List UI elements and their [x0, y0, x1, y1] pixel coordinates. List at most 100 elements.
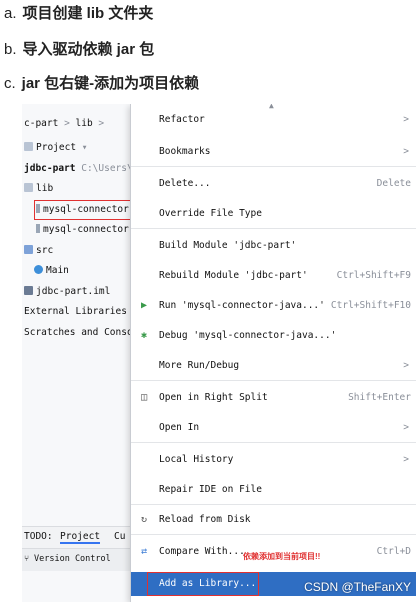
reload-label: Reload from Disk	[159, 514, 251, 525]
menu-item-local-history[interactable]: Local History >	[131, 450, 416, 470]
chevron-right-icon: >	[98, 118, 105, 129]
menu-divider	[131, 504, 416, 505]
build-label: Build Module 'jdbc-part'	[159, 240, 297, 251]
menu-item-rebuild-module[interactable]: Rebuild Module 'jdbc-part' Ctrl+Shift+F9	[131, 266, 416, 286]
tree-scratches-label: Scratches and Consol	[24, 327, 139, 338]
tree-ext-label: External Libraries	[24, 306, 127, 317]
todo-tab[interactable]: TODO:	[24, 531, 53, 542]
project-tab[interactable]: Project	[60, 531, 101, 544]
tree-item-jar2[interactable]: mysql-connector	[36, 222, 129, 238]
project-icon	[24, 142, 33, 151]
menu-divider	[131, 442, 416, 443]
menu-item-refactor[interactable]: Refactor >	[131, 110, 416, 130]
ide-screenshot: c-part > lib > Project ▾ jdbc-part C:\Us…	[22, 104, 416, 602]
watermark: CSDN @TheFanXY	[304, 580, 411, 594]
submenu-arrow-icon: >	[403, 422, 409, 433]
bottom-tool-tabs: TODO: Project Cu	[22, 526, 130, 549]
tree-src-label: src	[36, 245, 54, 256]
run-icon: ▶	[141, 300, 148, 311]
annotation-add-note: 依赖添加到当前项目!!	[243, 552, 321, 561]
step-b-text: 导入驱动依赖 jar 包	[22, 41, 155, 58]
split-label: Open in Right Split	[159, 392, 268, 403]
tree-item-root[interactable]: jdbc-part C:\Users\	[24, 161, 133, 177]
debug-icon: ✱	[141, 330, 148, 341]
tree-item-scratches[interactable]: Scratches and Consol	[24, 325, 138, 341]
local-history-label: Local History	[159, 454, 234, 465]
chevron-right-icon: >	[64, 118, 76, 129]
tree-jar2-label: mysql-connector	[43, 224, 129, 235]
menu-item-repair-ide[interactable]: Repair IDE on File	[131, 480, 416, 500]
compare-shortcut: Ctrl+D	[376, 546, 411, 557]
breadcrumb-project[interactable]: c-part	[24, 118, 58, 129]
breadcrumb-folder[interactable]: lib	[76, 118, 93, 129]
class-icon	[34, 265, 43, 274]
tree-item-main[interactable]: Main	[34, 263, 69, 279]
menu-item-delete[interactable]: Delete... Delete	[131, 174, 416, 194]
jar-icon	[36, 224, 40, 233]
tree-item-external-libraries[interactable]: External Libraries	[24, 304, 127, 320]
project-view-selector[interactable]: Project ▾	[24, 140, 88, 156]
tree-main-label: Main	[46, 265, 69, 276]
cu-tab[interactable]: Cu	[114, 531, 125, 542]
tree-item-iml[interactable]: jdbc-part.iml	[24, 284, 110, 300]
menu-item-build-module[interactable]: Build Module 'jdbc-part'	[131, 236, 416, 256]
highlight-box-add-library	[147, 572, 259, 596]
version-control-tab[interactable]: Version Control	[34, 554, 111, 564]
step-a-text: 项目创建 lib 文件夹	[22, 5, 154, 22]
step-b-letter: b.	[4, 41, 17, 58]
version-control-bar: ⑂ Version Control	[22, 548, 130, 571]
step-c: c. jar 包右键-添加为项目依赖	[4, 72, 199, 93]
module-file-icon	[24, 286, 33, 295]
tree-item-lib[interactable]: lib	[24, 181, 53, 197]
more-label: More Run/Debug	[159, 360, 240, 371]
delete-label: Delete...	[159, 178, 211, 189]
refactor-label: Refactor	[159, 114, 205, 125]
step-c-text: jar 包右键-添加为项目依赖	[21, 75, 200, 92]
tree-root-label: jdbc-part	[24, 163, 76, 174]
chevron-down-icon: ▾	[81, 142, 88, 153]
menu-item-more-run-debug[interactable]: More Run/Debug >	[131, 356, 416, 376]
step-a-letter: a.	[4, 5, 17, 22]
compare-icon: ⇄	[141, 546, 148, 557]
menu-divider	[131, 228, 416, 229]
menu-item-debug[interactable]: ✱ Debug 'mysql-connector-java...'	[131, 326, 416, 346]
breadcrumb: c-part > lib >	[24, 116, 104, 132]
run-shortcut: Ctrl+Shift+F10	[330, 300, 411, 311]
step-a: a. 项目创建 lib 文件夹	[4, 2, 153, 23]
reload-icon: ↻	[141, 514, 148, 525]
context-menu: ▲ Refactor > Bookmarks > Delete... Delete O…	[130, 104, 416, 602]
step-b: b. 导入驱动依赖 jar 包	[4, 38, 154, 59]
menu-item-override-file-type[interactable]: Override File Type	[131, 204, 416, 224]
split-view-icon: ◫	[141, 392, 148, 403]
project-tree-panel: c-part > lib > Project ▾ jdbc-part C:\Us…	[22, 104, 138, 602]
override-label: Override File Type	[159, 208, 262, 219]
tree-root-path: C:\Users\	[81, 163, 133, 174]
submenu-arrow-icon: >	[403, 114, 409, 125]
open-in-label: Open In	[159, 422, 200, 433]
delete-shortcut: Delete	[376, 178, 411, 189]
branch-icon: ⑂	[24, 554, 30, 564]
menu-item-open-in[interactable]: Open In >	[131, 418, 416, 438]
submenu-arrow-icon: >	[403, 146, 409, 157]
source-folder-icon	[24, 245, 33, 254]
compare-label: Compare With...	[159, 546, 245, 557]
repair-label: Repair IDE on File	[159, 484, 262, 495]
menu-item-run[interactable]: ▶ Run 'mysql-connector-java...' Ctrl+Shif…	[131, 296, 416, 316]
menu-item-reload-from-disk[interactable]: ↻ Reload from Disk	[131, 510, 416, 530]
run-label: Run 'mysql-connector-java...'	[159, 300, 325, 311]
menu-divider	[131, 380, 416, 381]
submenu-arrow-icon: >	[403, 454, 409, 465]
rebuild-shortcut: Ctrl+Shift+F9	[336, 270, 411, 281]
tree-item-src[interactable]: src	[24, 243, 53, 259]
menu-item-bookmarks[interactable]: Bookmarks >	[131, 142, 416, 162]
bookmarks-label: Bookmarks	[159, 146, 211, 157]
step-c-letter: c.	[4, 75, 16, 92]
tree-iml-label: jdbc-part.iml	[36, 286, 111, 297]
tree-lib-label: lib	[36, 183, 54, 194]
submenu-arrow-icon: >	[403, 360, 409, 371]
rebuild-label: Rebuild Module 'jdbc-part'	[159, 270, 308, 281]
split-shortcut: Shift+Enter	[348, 392, 411, 403]
menu-divider	[131, 166, 416, 167]
project-view-label: Project	[36, 142, 77, 153]
menu-item-open-right-split[interactable]: ◫ Open in Right Split Shift+Enter	[131, 388, 416, 408]
